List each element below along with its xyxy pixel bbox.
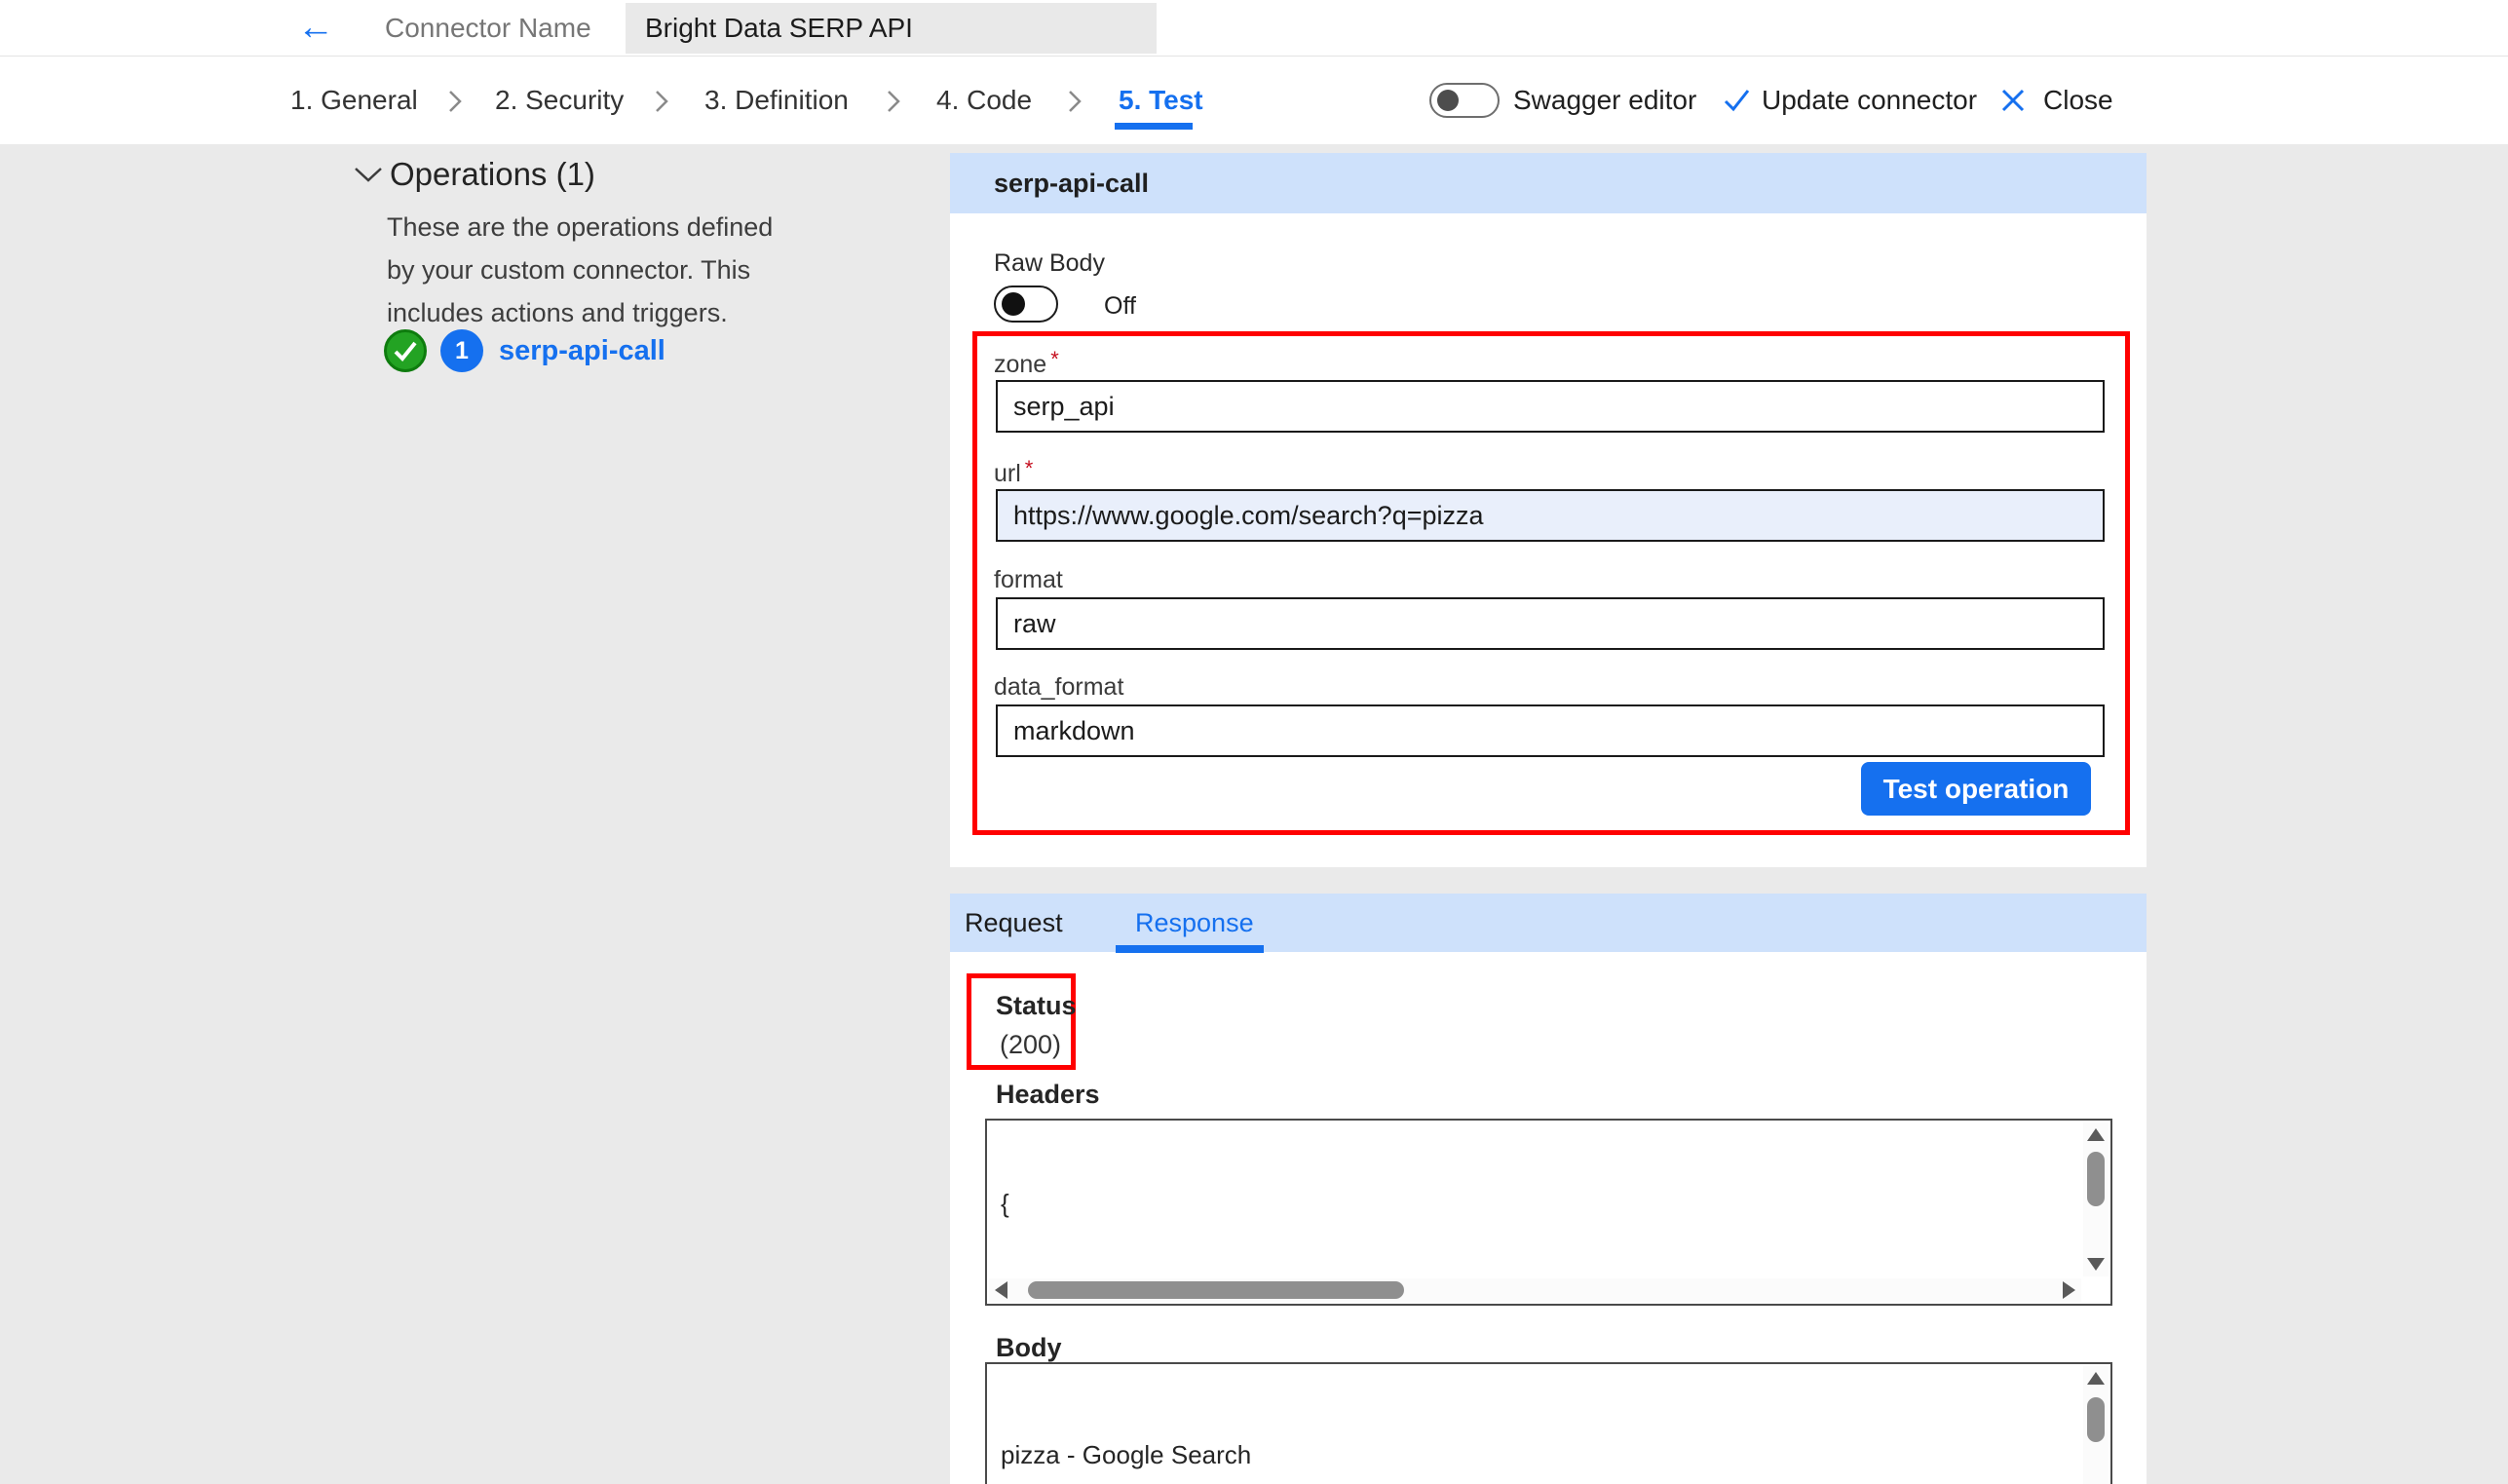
raw-body-toggle[interactable] bbox=[994, 285, 1058, 323]
data-format-input[interactable] bbox=[996, 704, 2105, 757]
success-check-icon bbox=[384, 329, 427, 372]
tab-definition[interactable]: 3. Definition bbox=[704, 57, 849, 144]
checkmark-icon[interactable] bbox=[1723, 86, 1752, 120]
operations-description: These are the operations defined by your… bbox=[387, 206, 773, 334]
field-label-text: format bbox=[994, 566, 1063, 593]
required-asterisk: * bbox=[1050, 347, 1059, 371]
url-input[interactable] bbox=[996, 489, 2105, 542]
tab-security[interactable]: 2. Security bbox=[495, 57, 624, 144]
vertical-scrollbar[interactable] bbox=[2083, 1366, 2109, 1484]
body-line: pizza - Google Search bbox=[1001, 1438, 2068, 1471]
raw-body-label: Raw Body bbox=[994, 249, 1105, 278]
status-value: (200) bbox=[1000, 1030, 1061, 1060]
swagger-editor-label: Swagger editor bbox=[1513, 57, 1696, 144]
toggle-knob bbox=[1002, 292, 1025, 316]
field-label-text: zone bbox=[994, 351, 1046, 378]
tab-general[interactable]: 1. General bbox=[290, 57, 418, 144]
custom-connector-test-page: ← Connector Name 1. General 2. Security … bbox=[0, 0, 2508, 1484]
url-field-label: url* bbox=[994, 456, 1033, 488]
top-header-bar: ← Connector Name bbox=[0, 0, 2508, 57]
operation-number-badge: 1 bbox=[440, 329, 483, 372]
vertical-scrollbar[interactable] bbox=[2083, 1123, 2109, 1276]
zone-field-label: zone* bbox=[994, 347, 1059, 379]
operation-list-item[interactable]: 1 serp-api-call bbox=[384, 328, 665, 373]
operations-description-line: by your custom connector. This bbox=[387, 248, 773, 291]
operation-card-header: serp-api-call bbox=[950, 153, 2147, 213]
body-content: pizza - Google Search # Accessibility Li… bbox=[1001, 1372, 2068, 1484]
operation-name-link[interactable]: serp-api-call bbox=[499, 335, 665, 367]
scroll-up-icon[interactable] bbox=[2087, 1372, 2105, 1385]
connector-name-input[interactable] bbox=[626, 3, 1157, 54]
headers-line: { bbox=[1001, 1188, 2068, 1219]
headers-content: { "accept-ch": "Sec-CH-Prefers-Color-Sch… bbox=[1001, 1125, 2068, 1278]
body-output-box[interactable]: pizza - Google Search # Accessibility Li… bbox=[985, 1362, 2112, 1484]
horizontal-scrollbar[interactable] bbox=[989, 1278, 2081, 1302]
body-label: Body bbox=[996, 1333, 1062, 1363]
data-format-field-label: data_format bbox=[994, 673, 1123, 702]
scroll-right-icon[interactable] bbox=[2063, 1281, 2075, 1299]
scrollbar-thumb[interactable] bbox=[2087, 1397, 2105, 1442]
scroll-down-icon[interactable] bbox=[2087, 1258, 2105, 1271]
tab-request[interactable]: Request bbox=[965, 894, 1063, 952]
field-label-text: url bbox=[994, 460, 1021, 487]
scrollbar-thumb[interactable] bbox=[1028, 1281, 1404, 1299]
chevron-right-icon bbox=[1066, 89, 1083, 119]
scroll-left-icon[interactable] bbox=[995, 1281, 1007, 1299]
field-label-text: data_format bbox=[994, 673, 1123, 701]
result-tab-bar: Request Response bbox=[950, 894, 2147, 952]
wizard-step-bar: 1. General 2. Security 3. Definition 4. … bbox=[0, 57, 2508, 144]
scrollbar-thumb[interactable] bbox=[2087, 1152, 2105, 1206]
test-operation-button[interactable]: Test operation bbox=[1861, 762, 2091, 816]
tab-test[interactable]: 5. Test bbox=[1119, 57, 1203, 144]
operation-test-card: serp-api-call Raw Body Off zone* url* fo… bbox=[950, 153, 2147, 867]
close-x-icon[interactable] bbox=[2000, 88, 2026, 118]
chevron-right-icon bbox=[885, 89, 902, 119]
format-field-label: format bbox=[994, 566, 1063, 594]
raw-body-state: Off bbox=[1104, 292, 1136, 321]
update-connector-button[interactable]: Update connector bbox=[1762, 57, 1977, 144]
headers-output-box[interactable]: { "accept-ch": "Sec-CH-Prefers-Color-Sch… bbox=[985, 1119, 2112, 1306]
swagger-editor-toggle[interactable] bbox=[1429, 83, 1500, 118]
operations-description-line: These are the operations defined bbox=[387, 206, 773, 248]
chevron-down-icon[interactable] bbox=[353, 166, 384, 188]
operation-card-title: serp-api-call bbox=[994, 153, 1149, 213]
status-label: Status bbox=[996, 991, 1077, 1021]
chevron-right-icon bbox=[446, 89, 464, 119]
scroll-up-icon[interactable] bbox=[2087, 1128, 2105, 1141]
format-input[interactable] bbox=[996, 597, 2105, 650]
headers-label: Headers bbox=[996, 1080, 1100, 1110]
operations-title: Operations (1) bbox=[390, 156, 595, 193]
test-result-card: Request Response Status (200) Headers { … bbox=[950, 894, 2147, 1484]
back-arrow-icon[interactable]: ← bbox=[292, 0, 339, 55]
chevron-right-icon bbox=[653, 89, 670, 119]
close-button[interactable]: Close bbox=[2043, 57, 2113, 144]
active-tab-underline bbox=[1116, 945, 1264, 953]
zone-input[interactable] bbox=[996, 380, 2105, 433]
active-tab-underline bbox=[1115, 123, 1193, 130]
required-asterisk: * bbox=[1025, 456, 1034, 480]
toggle-knob bbox=[1437, 90, 1459, 111]
connector-name-label: Connector Name bbox=[385, 0, 591, 57]
content-area: Operations (1) These are the operations … bbox=[0, 144, 2508, 1484]
tab-code[interactable]: 4. Code bbox=[936, 57, 1032, 144]
tab-response[interactable]: Response bbox=[1135, 894, 1254, 952]
